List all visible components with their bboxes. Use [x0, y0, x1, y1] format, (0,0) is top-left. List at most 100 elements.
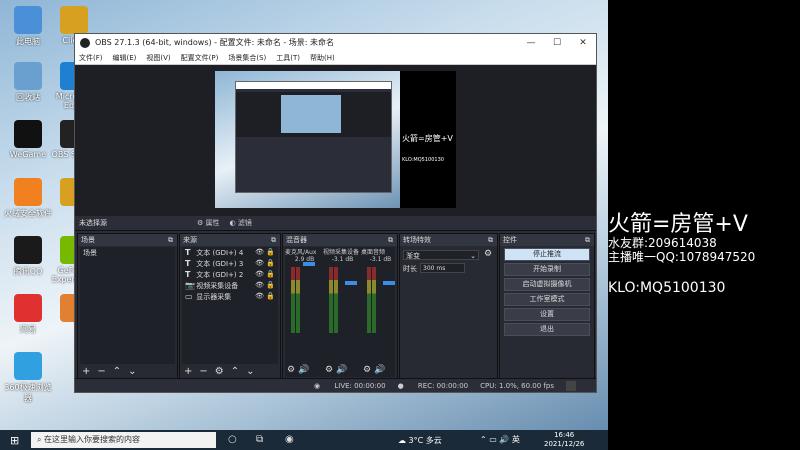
- taskbar: ⊞ ⌕ 在这里输入你要搜索的内容 ○ ⧉ ◉ ☁ 3°C 多云 ⌃ ▭ 🔊 英 …: [0, 430, 608, 450]
- move-up-button[interactable]: ⌃: [231, 366, 239, 377]
- desktop-icon[interactable]: 网易: [4, 294, 52, 335]
- desktop-icon[interactable]: 此电脑: [4, 6, 52, 47]
- settings-gear-icon[interactable]: ⚙: [287, 365, 295, 375]
- add-scene-button[interactable]: +: [82, 366, 90, 377]
- studio-mode-button[interactable]: 工作室模式: [504, 293, 590, 306]
- dock-float-icon[interactable]: ⧉: [585, 234, 590, 246]
- speaker-icon[interactable]: 🔊: [336, 365, 347, 375]
- transition-select[interactable]: 渐变 ⌄: [403, 250, 479, 260]
- scene-item[interactable]: 场景: [80, 247, 175, 259]
- menu-view[interactable]: 视图(V): [146, 53, 170, 63]
- volume-meter: [296, 267, 300, 333]
- volume-fader[interactable]: [303, 262, 315, 266]
- move-down-button[interactable]: ⌄: [128, 366, 136, 377]
- menu-profile[interactable]: 配置文件(P): [181, 53, 219, 63]
- menu-edit[interactable]: 编辑(E): [113, 53, 137, 63]
- volume-meter: [291, 267, 295, 333]
- windows-start-icon[interactable]: ⊞: [10, 434, 19, 447]
- cortana-icon[interactable]: ○: [228, 434, 237, 445]
- add-source-button[interactable]: +: [184, 366, 192, 377]
- desktop-icon[interactable]: 腾讯QQ: [4, 236, 52, 277]
- lock-icon[interactable]: 🔒: [266, 280, 275, 291]
- visibility-eye-icon[interactable]: 👁: [255, 269, 264, 280]
- lock-icon[interactable]: 🔒: [266, 291, 275, 302]
- desktop-icon[interactable]: WeGame: [4, 120, 52, 159]
- menu-file[interactable]: 文件(F): [79, 53, 103, 63]
- remove-scene-button[interactable]: −: [97, 366, 105, 377]
- speaker-icon[interactable]: 🔊: [298, 365, 309, 375]
- dock-float-icon[interactable]: ⧉: [488, 234, 493, 246]
- scenes-dock: 场景 ⧉ 场景 + − ⌃ ⌄: [77, 233, 178, 380]
- channel-name: 视频采集设备: [323, 249, 360, 256]
- menu-scene-collection[interactable]: 场景集合(S): [228, 53, 266, 63]
- properties-button[interactable]: ⚙ 属性: [197, 218, 220, 228]
- mixer-header: 混音器: [286, 236, 307, 244]
- overlay-line3: 主播唯一QQ:1078947520: [608, 250, 756, 264]
- visibility-eye-icon[interactable]: 👁: [255, 291, 264, 302]
- controls-dock: 控件 ⧉ 停止推流 开始录制 启动虚拟摄像机 工作室模式 设置 退出: [499, 233, 595, 380]
- minimize-button[interactable]: —: [518, 38, 544, 48]
- settings-button[interactable]: 设置: [504, 308, 590, 321]
- source-item[interactable]: T 文本 (GDI+) 2 👁 🔒: [182, 269, 278, 280]
- menu-help[interactable]: 帮助(H): [310, 53, 335, 63]
- taskbar-search-input[interactable]: ⌕ 在这里输入你要搜索的内容: [31, 432, 216, 448]
- dock-float-icon[interactable]: ⧉: [388, 234, 393, 246]
- task-view-icon[interactable]: ⧉: [256, 434, 263, 445]
- visibility-eye-icon[interactable]: 👁: [255, 258, 264, 269]
- duration-input[interactable]: 300 ms: [420, 263, 465, 273]
- scenes-toolbar: + − ⌃ ⌄: [78, 365, 177, 379]
- source-settings-icon[interactable]: ⚙: [215, 366, 224, 377]
- ime-language: 英: [511, 435, 520, 444]
- transition-settings-gear-icon[interactable]: ⚙: [484, 249, 492, 259]
- lock-icon[interactable]: 🔒: [266, 269, 275, 280]
- wegame-icon: [14, 120, 42, 148]
- camera-source-icon: 📷: [185, 281, 195, 290]
- title-bar: OBS 27.1.3 (64-bit, windows) - 配置文件: 未命名…: [75, 34, 596, 51]
- desktop-icon-label: 腾讯QQ: [13, 267, 43, 276]
- channel-controls: ⚙ 🔊: [287, 365, 309, 375]
- visibility-eye-icon[interactable]: 👁: [255, 280, 264, 291]
- desktop-icon[interactable]: 360极速浏览器: [4, 352, 52, 404]
- channel-db: -3.1 dB: [369, 256, 392, 263]
- desktop-icon[interactable]: 火绒安全软件: [4, 178, 52, 219]
- system-tray[interactable]: ⌃ ▭ 🔊 英: [480, 434, 520, 445]
- source-item[interactable]: T 文本 (GDI+) 4 👁 🔒: [182, 247, 278, 258]
- remove-source-button[interactable]: −: [199, 366, 207, 377]
- source-item[interactable]: T 文本 (GDI+) 3 👁 🔒: [182, 258, 278, 269]
- scenes-list[interactable]: 场景: [80, 247, 175, 364]
- lock-icon[interactable]: 🔒: [266, 247, 275, 258]
- menu-tools[interactable]: 工具(T): [276, 53, 300, 63]
- volume-fader[interactable]: [345, 281, 357, 285]
- move-up-button[interactable]: ⌃: [113, 366, 121, 377]
- volume-fader[interactable]: [383, 281, 395, 285]
- clock[interactable]: 16:46 2021/12/26: [544, 431, 584, 449]
- maximize-button[interactable]: ☐: [544, 38, 570, 48]
- volume-meter: [329, 267, 333, 333]
- move-down-button[interactable]: ⌄: [246, 366, 254, 377]
- filters-button[interactable]: ◐ 滤镜: [230, 218, 252, 228]
- sources-list[interactable]: T 文本 (GDI+) 4 👁 🔒 T 文本 (GDI+) 3 👁 🔒 T 文本 (GD…: [182, 247, 278, 364]
- start-virtual-camera-button[interactable]: 启动虚拟摄像机: [504, 278, 590, 291]
- desktop-icon-label: 回收站: [16, 93, 40, 102]
- settings-gear-icon[interactable]: ⚙: [363, 365, 371, 375]
- close-button[interactable]: ✕: [570, 38, 596, 48]
- weather-widget[interactable]: ☁ 3°C 多云: [398, 435, 442, 446]
- start-recording-button[interactable]: 开始录制: [504, 263, 590, 276]
- visibility-eye-icon[interactable]: 👁: [255, 247, 264, 258]
- obs-taskbar-icon[interactable]: ◉: [285, 434, 294, 445]
- preview-area[interactable]: 火箭=房管+V KLO:MQ5100130: [75, 65, 596, 216]
- mixer-dock: 混音器 ⧉ 麦克风/Aux 2.9 dB ⚙ 🔊 视频采集设备 -3.1 dB: [282, 233, 398, 380]
- exit-button[interactable]: 退出: [504, 323, 590, 336]
- channel-controls: ⚙ 🔊: [363, 365, 385, 375]
- mixer-channel: 麦克风/Aux 2.9 dB ⚙ 🔊: [285, 247, 324, 377]
- stop-streaming-button[interactable]: 停止推流: [504, 248, 590, 261]
- desktop-icon[interactable]: 回收站: [4, 62, 52, 103]
- dock-float-icon[interactable]: ⧉: [168, 234, 173, 246]
- settings-gear-icon[interactable]: ⚙: [325, 365, 333, 375]
- dock-float-icon[interactable]: ⧉: [271, 234, 276, 246]
- source-item[interactable]: 📷 视频采集设备 👁 🔒: [182, 280, 278, 291]
- speaker-icon[interactable]: 🔊: [374, 365, 385, 375]
- lock-icon[interactable]: 🔒: [266, 258, 275, 269]
- channel-name: 桌面音频: [361, 249, 386, 256]
- source-item[interactable]: ▭ 显示器采集 👁 🔒: [182, 291, 278, 302]
